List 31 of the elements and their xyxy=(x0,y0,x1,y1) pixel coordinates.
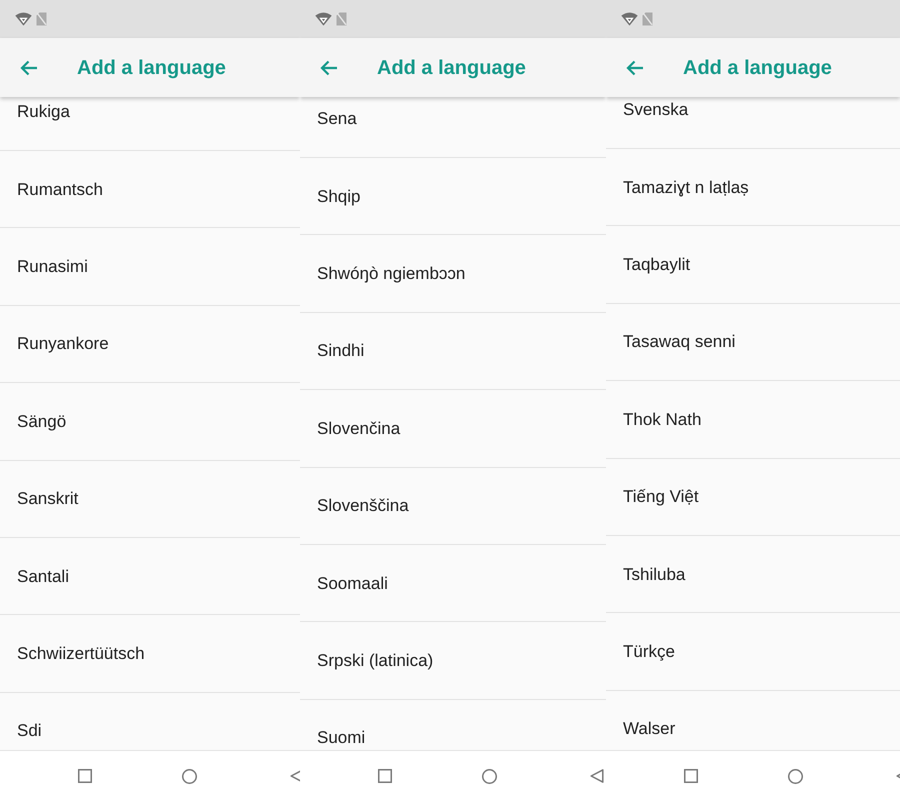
back-icon[interactable] xyxy=(290,769,300,783)
language-item[interactable]: Thok Nath xyxy=(606,381,900,459)
screen-title: Add a language xyxy=(377,56,526,80)
language-item[interactable]: Sdi xyxy=(0,692,300,750)
language-item[interactable]: Walser xyxy=(606,690,900,750)
language-item[interactable]: Tamaziɣt n laṭlaṣ xyxy=(606,149,900,226)
wifi-icon xyxy=(621,12,638,26)
back-arrow-icon[interactable] xyxy=(20,60,38,76)
language-item[interactable]: Türkçe xyxy=(606,613,900,691)
language-item[interactable]: Tasawaq senni xyxy=(606,304,900,382)
wifi-icon xyxy=(15,12,32,26)
home-icon[interactable] xyxy=(788,768,803,784)
recent-apps-icon[interactable] xyxy=(684,769,698,783)
wifi-icon xyxy=(315,12,332,26)
sim-off-icon xyxy=(642,12,653,26)
language-item[interactable]: Svenska xyxy=(606,97,900,149)
sim-off-icon xyxy=(336,12,347,26)
back-icon[interactable] xyxy=(590,769,604,783)
screen-title: Add a language xyxy=(77,56,226,80)
back-arrow-icon[interactable] xyxy=(320,60,338,76)
recent-apps-icon[interactable] xyxy=(78,769,92,783)
back-arrow-icon[interactable] xyxy=(626,60,644,76)
language-item[interactable]: Tshiluba xyxy=(606,536,900,614)
language-item[interactable]: Taqbaylit xyxy=(606,226,900,304)
language-item[interactable]: Tiếng Việt xyxy=(606,458,900,536)
home-icon[interactable] xyxy=(182,768,197,784)
language-item[interactable]: Suomi xyxy=(300,700,606,750)
screen-title: Add a language xyxy=(683,56,832,80)
home-icon[interactable] xyxy=(482,768,497,784)
recent-apps-icon[interactable] xyxy=(378,769,392,783)
sim-off-icon xyxy=(36,12,47,26)
